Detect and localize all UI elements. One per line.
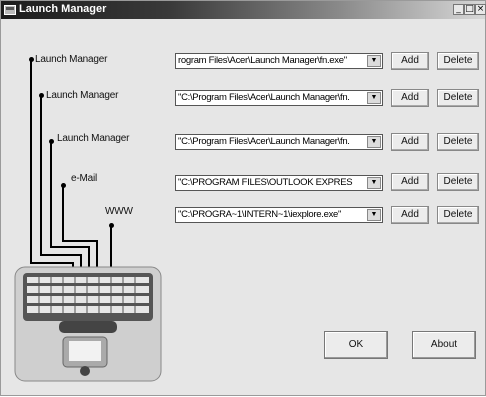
row-label-www: WWW (105, 206, 133, 217)
delete-button-3[interactable]: Delete (437, 133, 479, 151)
path-combo-1[interactable]: rogram Files\Acer\Launch Manager\fn.exe"… (175, 53, 383, 69)
path-value-1: rogram Files\Acer\Launch Manager\fn.exe" (178, 55, 347, 66)
row-label-launch-manager-2: Launch Manager (46, 90, 119, 101)
connector-dot (61, 183, 66, 188)
add-button-5[interactable]: Add (391, 206, 429, 224)
add-button-3[interactable]: Add (391, 133, 429, 151)
path-combo-3[interactable]: "C:\Program Files\Acer\Launch Manager\fn… (175, 134, 383, 150)
delete-button-2[interactable]: Delete (437, 89, 479, 107)
row-label-launch-manager-3: Launch Manager (57, 133, 130, 144)
about-button[interactable]: About (412, 331, 476, 359)
add-button-1[interactable]: Add (391, 52, 429, 70)
launch-manager-window: Launch Manager _ □ × Launch Manager rogr… (0, 0, 486, 396)
ok-button[interactable]: OK (324, 331, 388, 359)
path-combo-5[interactable]: "C:\PROGRA~1\INTERN~1\iexplore.exe" ▼ (175, 207, 383, 223)
row-label-launch-manager-1: Launch Manager (35, 54, 108, 65)
connector-dot (29, 57, 34, 62)
connector-dot (49, 139, 54, 144)
add-button-2[interactable]: Add (391, 89, 429, 107)
path-value-3: "C:\Program Files\Acer\Launch Manager\fn… (178, 136, 350, 147)
path-value-2: "C:\Program Files\Acer\Launch Manager\fn… (178, 92, 350, 103)
dropdown-arrow-icon[interactable]: ▼ (367, 55, 381, 67)
row-label-email: e-Mail (71, 173, 98, 184)
connector-dot (109, 223, 114, 228)
dropdown-arrow-icon[interactable]: ▼ (367, 209, 381, 221)
path-value-4: "C:\PROGRAM FILES\OUTLOOK EXPRES (178, 177, 353, 188)
path-value-5: "C:\PROGRA~1\INTERN~1\iexplore.exe" (178, 209, 342, 220)
add-button-4[interactable]: Add (391, 173, 429, 191)
keyboard-image (14, 266, 162, 382)
path-combo-2[interactable]: "C:\Program Files\Acer\Launch Manager\fn… (175, 90, 383, 106)
connector-dot (39, 93, 44, 98)
path-combo-4[interactable]: "C:\PROGRAM FILES\OUTLOOK EXPRES ▼ (175, 175, 383, 191)
dropdown-arrow-icon[interactable]: ▼ (367, 136, 381, 148)
delete-button-5[interactable]: Delete (437, 206, 479, 224)
delete-button-4[interactable]: Delete (437, 173, 479, 191)
delete-button-1[interactable]: Delete (437, 52, 479, 70)
dropdown-arrow-icon[interactable]: ▼ (367, 92, 381, 104)
dropdown-arrow-icon[interactable]: ▼ (367, 177, 381, 189)
